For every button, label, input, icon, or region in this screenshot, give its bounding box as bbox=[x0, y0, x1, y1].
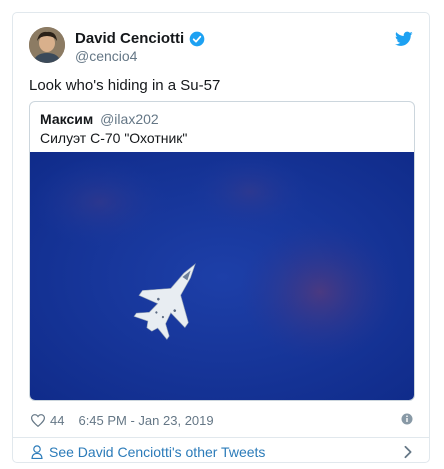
chevron-right-icon[interactable] bbox=[403, 445, 413, 459]
like-count[interactable]: 44 bbox=[50, 413, 64, 428]
quoted-author-handle: @ilax202 bbox=[100, 111, 159, 127]
quoted-tweet[interactable]: Максим @ilax202 Силуэт С-70 "Охотник" bbox=[29, 101, 415, 401]
quoted-author-name: Максим bbox=[40, 111, 94, 127]
author-name[interactable]: David Cenciotti bbox=[75, 30, 205, 47]
tweet-meta: 44 6:45 PM - Jan 23, 2019 bbox=[31, 410, 413, 430]
author-name-text[interactable]: David Cenciotti bbox=[75, 30, 184, 47]
quoted-tweet-photo[interactable] bbox=[30, 152, 415, 401]
info-icon[interactable] bbox=[401, 413, 413, 425]
quoted-tweet-header: Максим @ilax202 bbox=[40, 111, 159, 127]
tweet-timestamp[interactable]: 6:45 PM - Jan 23, 2019 bbox=[78, 413, 213, 428]
person-icon bbox=[31, 445, 43, 459]
twitter-bird-icon[interactable] bbox=[395, 31, 413, 47]
tweet-text: Look who's hiding in a Su-57 bbox=[29, 77, 221, 94]
see-other-tweets-link[interactable]: See David Cenciotti's other Tweets bbox=[31, 442, 413, 462]
author-handle[interactable]: @cencio4 bbox=[75, 48, 137, 64]
footer-divider bbox=[13, 437, 429, 438]
see-other-tweets-text[interactable]: See David Cenciotti's other Tweets bbox=[49, 444, 265, 460]
quoted-tweet-text: Силуэт С-70 "Охотник" bbox=[40, 130, 188, 146]
tweet-header: David Cenciotti @cencio4 bbox=[29, 27, 415, 67]
verified-badge-icon bbox=[189, 31, 205, 46]
heart-icon[interactable] bbox=[31, 413, 45, 427]
author-avatar[interactable] bbox=[29, 27, 65, 63]
embedded-tweet-card: David Cenciotti @cencio4 Look who's hidi… bbox=[12, 12, 430, 463]
